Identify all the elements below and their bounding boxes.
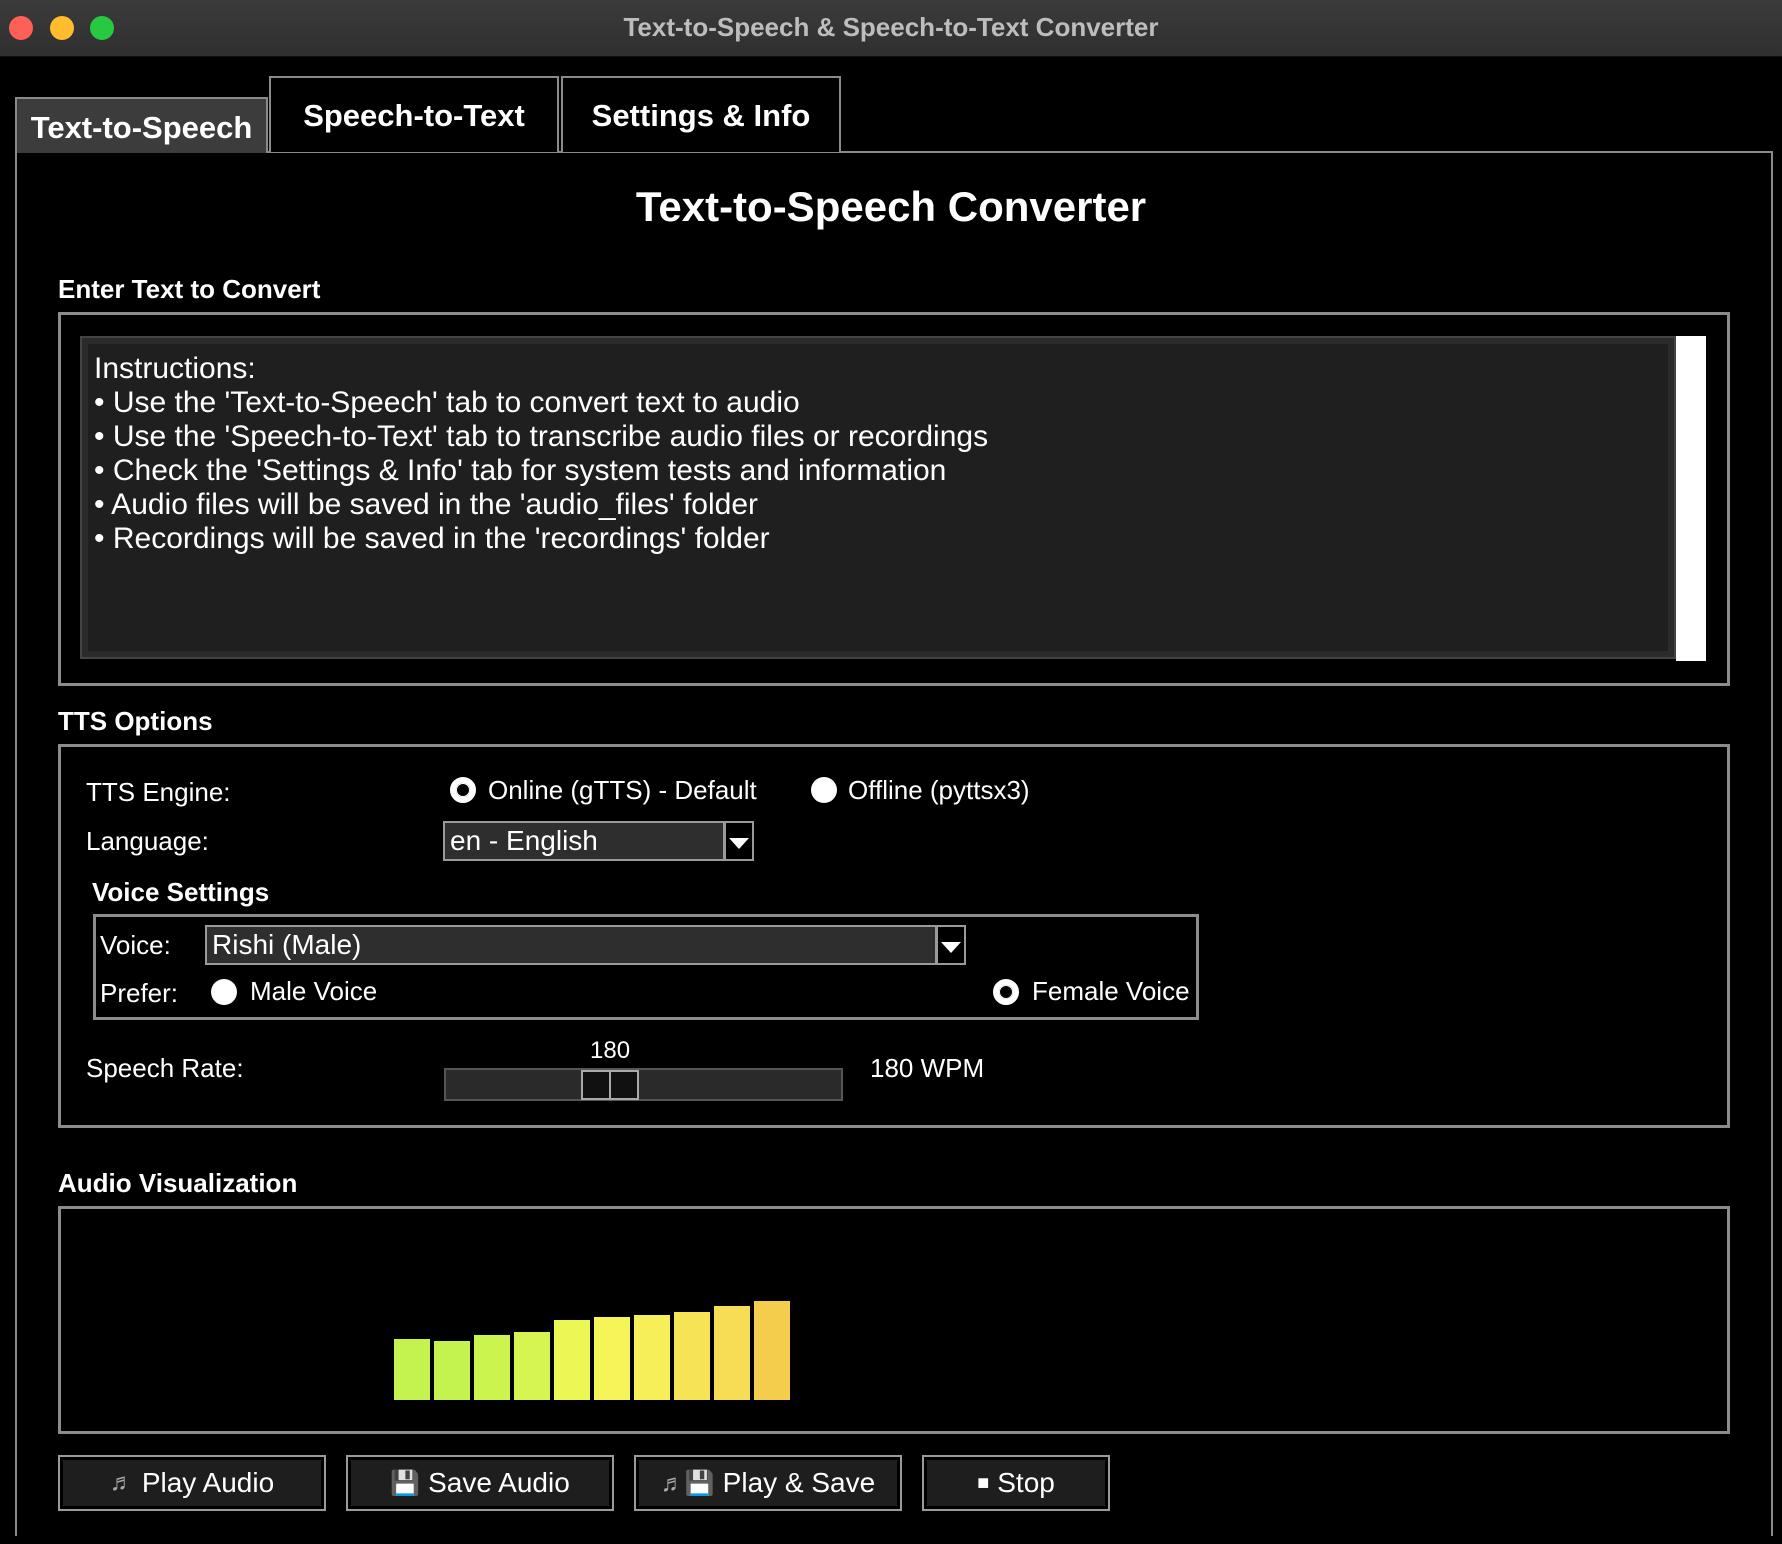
language-dropdown-button[interactable] [724,821,754,861]
music-note-icon: ♬ [109,1469,134,1496]
speech-rate-display: 180 WPM [870,1053,985,1083]
chevron-down-icon [729,837,749,849]
visualization-bar [434,1341,470,1400]
text-section-label: Enter Text to Convert [58,274,321,304]
play-audio-button[interactable]: ♬ Play Audio [58,1455,326,1511]
chevron-down-icon [941,941,961,953]
voice-select[interactable]: Rishi (Male) [205,925,937,965]
visualization-bar [394,1339,430,1400]
app-window: Text-to-Speech & Speech-to-Text Converte… [0,0,1782,1544]
floppy-disk-icon: 💾 [390,1469,421,1497]
voice-dropdown-button[interactable] [936,925,966,965]
tts-options-label: TTS Options [58,706,213,736]
visualization-bar [514,1332,550,1400]
speech-rate-value: 180 [590,1037,631,1064]
save-audio-button[interactable]: 💾 Save Audio [346,1455,614,1511]
voice-settings-label: Voice Settings [92,877,270,907]
visualization-bar [594,1317,630,1400]
engine-offline-radio[interactable] [811,777,837,803]
engine-online-label[interactable]: Online (gTTS) - Default [488,775,757,806]
play-save-label: Play & Save [722,1467,876,1498]
engine-offline-label[interactable]: Offline (pyttsx3) [848,775,1030,806]
prefer-label: Prefer: [100,978,179,1008]
visualization-bar [554,1320,590,1400]
language-label: Language: [86,826,209,856]
language-select[interactable]: en - English [443,821,725,861]
stop-square-icon: ■ [977,1471,990,1494]
speech-rate-slider-handle[interactable] [581,1070,639,1100]
play-audio-label: Play Audio [141,1467,275,1498]
speech-rate-label: Speech Rate: [86,1053,244,1083]
window-title: Text-to-Speech & Speech-to-Text Converte… [623,12,1159,42]
stop-button[interactable]: ■ Stop [922,1455,1110,1511]
prefer-male-label[interactable]: Male Voice [250,976,377,1007]
visualization-bar [674,1312,710,1400]
voice-label: Voice: [100,930,171,960]
visualization-label: Audio Visualization [58,1168,298,1198]
page-title: Text-to-Speech Converter [635,183,1147,230]
visualization-bar [634,1315,670,1400]
speech-rate-slider[interactable] [444,1068,843,1101]
text-input[interactable]: Instructions: • Use the 'Text-to-Speech'… [80,336,1676,659]
stop-label: Stop [997,1467,1055,1498]
visualization-bar [714,1306,750,1400]
save-audio-label: Save Audio [428,1467,570,1498]
title-bar: Text-to-Speech & Speech-to-Text Converte… [0,0,1782,57]
tts-engine-label: TTS Engine: [86,777,231,807]
prefer-female-label[interactable]: Female Voice [1032,976,1190,1007]
prefer-female-radio[interactable] [993,979,1019,1005]
visualization-bar [474,1335,510,1400]
play-save-button[interactable]: ♬💾 Play & Save [634,1455,902,1511]
tab-speech-to-text[interactable]: Speech-to-Text [269,76,559,152]
text-scrollbar[interactable] [1676,336,1706,661]
visualization-frame [58,1206,1730,1434]
music-note-floppy-icon: ♬💾 [660,1469,715,1497]
visualization-bar [754,1301,790,1400]
engine-online-radio[interactable] [450,777,476,803]
prefer-male-radio[interactable] [211,979,237,1005]
tab-text-to-speech[interactable]: Text-to-Speech [15,97,268,153]
tab-settings-info[interactable]: Settings & Info [561,76,841,152]
